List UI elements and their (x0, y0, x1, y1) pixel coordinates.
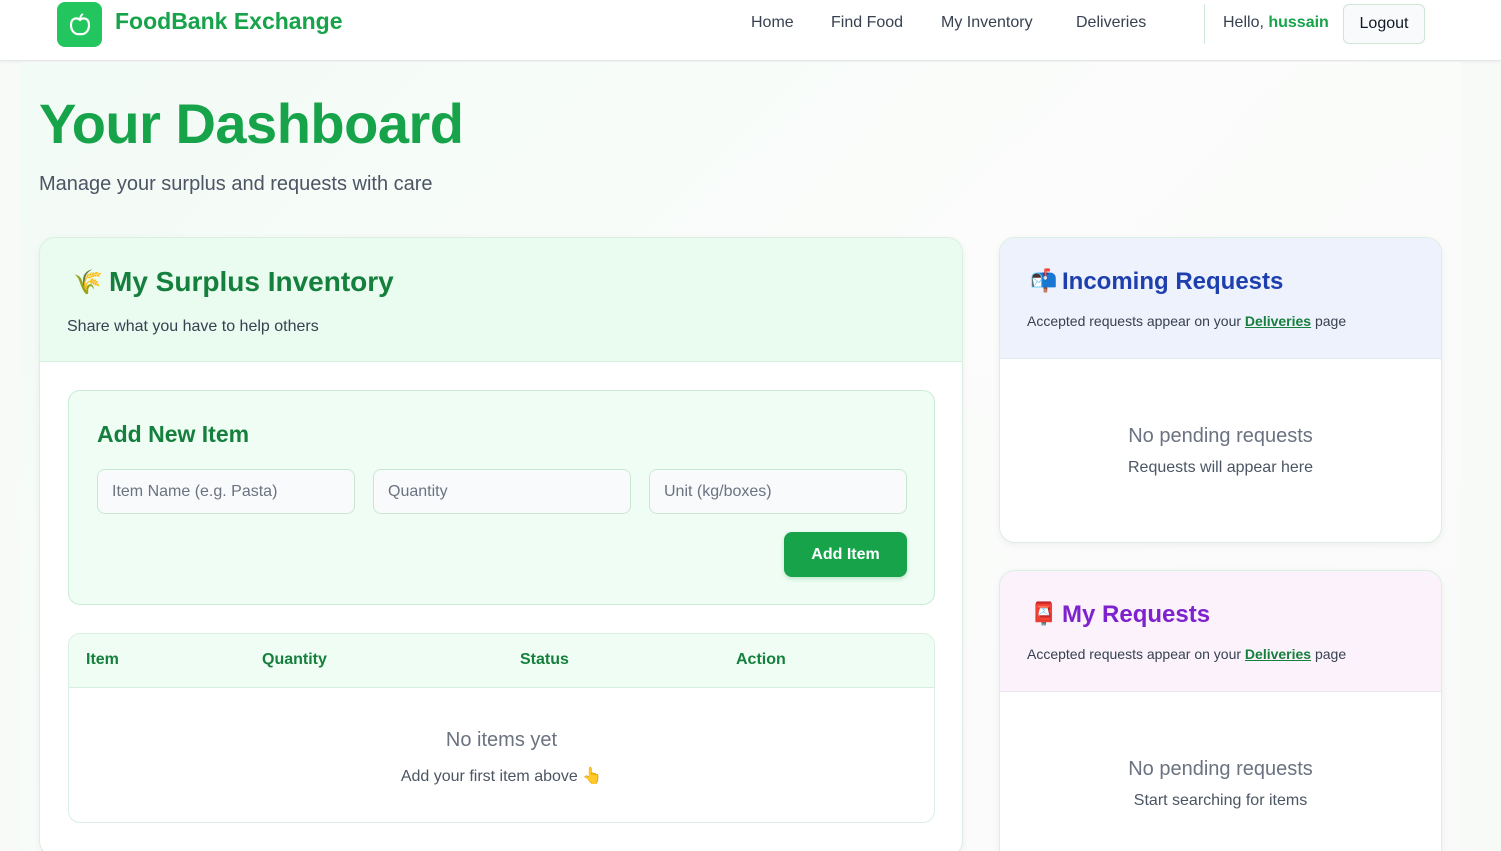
top-navbar: FoodBank Exchange Home Find Food My Inve… (0, 0, 1501, 61)
incoming-requests-card: 📬 Incoming Requests Accepted requests ap… (999, 237, 1442, 543)
table-header: Item Quantity Status Action (69, 634, 934, 688)
deliveries-link[interactable]: Deliveries (1245, 646, 1311, 662)
column-item: Item (86, 651, 119, 668)
note-suffix: page (1314, 313, 1347, 329)
add-item-form: Add New Item Add Item (68, 390, 935, 605)
postbox-icon: 📮 (1030, 601, 1058, 626)
mailbox-icon: 📬 (1030, 268, 1058, 293)
empty-state-title: No items yet (445, 729, 558, 751)
inventory-subtitle: Share what you have to help others (67, 318, 319, 335)
incoming-empty-subtitle: Requests will appear here (1128, 459, 1313, 476)
note-prefix: Accepted requests appear on your (1027, 313, 1242, 329)
column-status: Status (520, 651, 569, 668)
page-subtitle: Manage your surplus and requests with ca… (39, 173, 433, 195)
inventory-card-header: 🌾 My Surplus Inventory Share what you ha… (40, 238, 962, 362)
inventory-card: 🌾 My Surplus Inventory Share what you ha… (39, 237, 963, 851)
my-requests-note: Accepted requests appear on your Deliver… (1027, 646, 1346, 662)
incoming-requests-header: 📬 Incoming Requests Accepted requests ap… (1000, 238, 1441, 359)
note-suffix: page (1314, 646, 1347, 662)
my-requests-title: My Requests (1062, 601, 1211, 628)
add-item-button[interactable]: Add Item (784, 532, 907, 577)
apple-logo-icon[interactable] (57, 2, 102, 47)
username: hussain (1268, 14, 1329, 31)
inventory-table: Item Quantity Status Action No items yet… (68, 633, 935, 823)
incoming-empty-title: No pending requests (1128, 425, 1313, 447)
nav-divider (1204, 4, 1205, 44)
greeting-text: Hello, (1223, 14, 1264, 31)
page-title: Your Dashboard (39, 92, 464, 155)
column-quantity: Quantity (262, 651, 327, 668)
wheat-icon: 🌾 (73, 269, 103, 296)
my-requests-empty-subtitle: Start searching for items (1133, 792, 1308, 809)
add-item-title: Add New Item (97, 421, 250, 447)
item-name-input[interactable] (97, 469, 355, 514)
my-requests-header: 📮 My Requests Accepted requests appear o… (1000, 571, 1441, 692)
note-prefix: Accepted requests appear on your (1027, 646, 1242, 662)
logout-button[interactable]: Logout (1343, 4, 1425, 44)
brand-name[interactable]: FoodBank Exchange (115, 8, 342, 35)
my-requests-empty-title: No pending requests (1128, 758, 1313, 780)
nav-my-inventory[interactable]: My Inventory (941, 14, 1033, 32)
empty-state-subtitle: Add your first item above 👆 (400, 768, 603, 785)
deliveries-link[interactable]: Deliveries (1245, 313, 1311, 329)
incoming-requests-title: Incoming Requests (1062, 268, 1284, 295)
user-greeting: Hello, hussain (1223, 14, 1329, 32)
nav-deliveries[interactable]: Deliveries (1076, 14, 1146, 32)
my-requests-card: 📮 My Requests Accepted requests appear o… (999, 570, 1442, 851)
quantity-input[interactable] (373, 469, 631, 514)
inventory-title: My Surplus Inventory (109, 266, 394, 297)
nav-home[interactable]: Home (751, 14, 794, 32)
nav-find-food[interactable]: Find Food (831, 14, 903, 32)
unit-input[interactable] (649, 469, 907, 514)
column-action: Action (736, 651, 786, 668)
incoming-requests-note: Accepted requests appear on your Deliver… (1027, 313, 1346, 329)
